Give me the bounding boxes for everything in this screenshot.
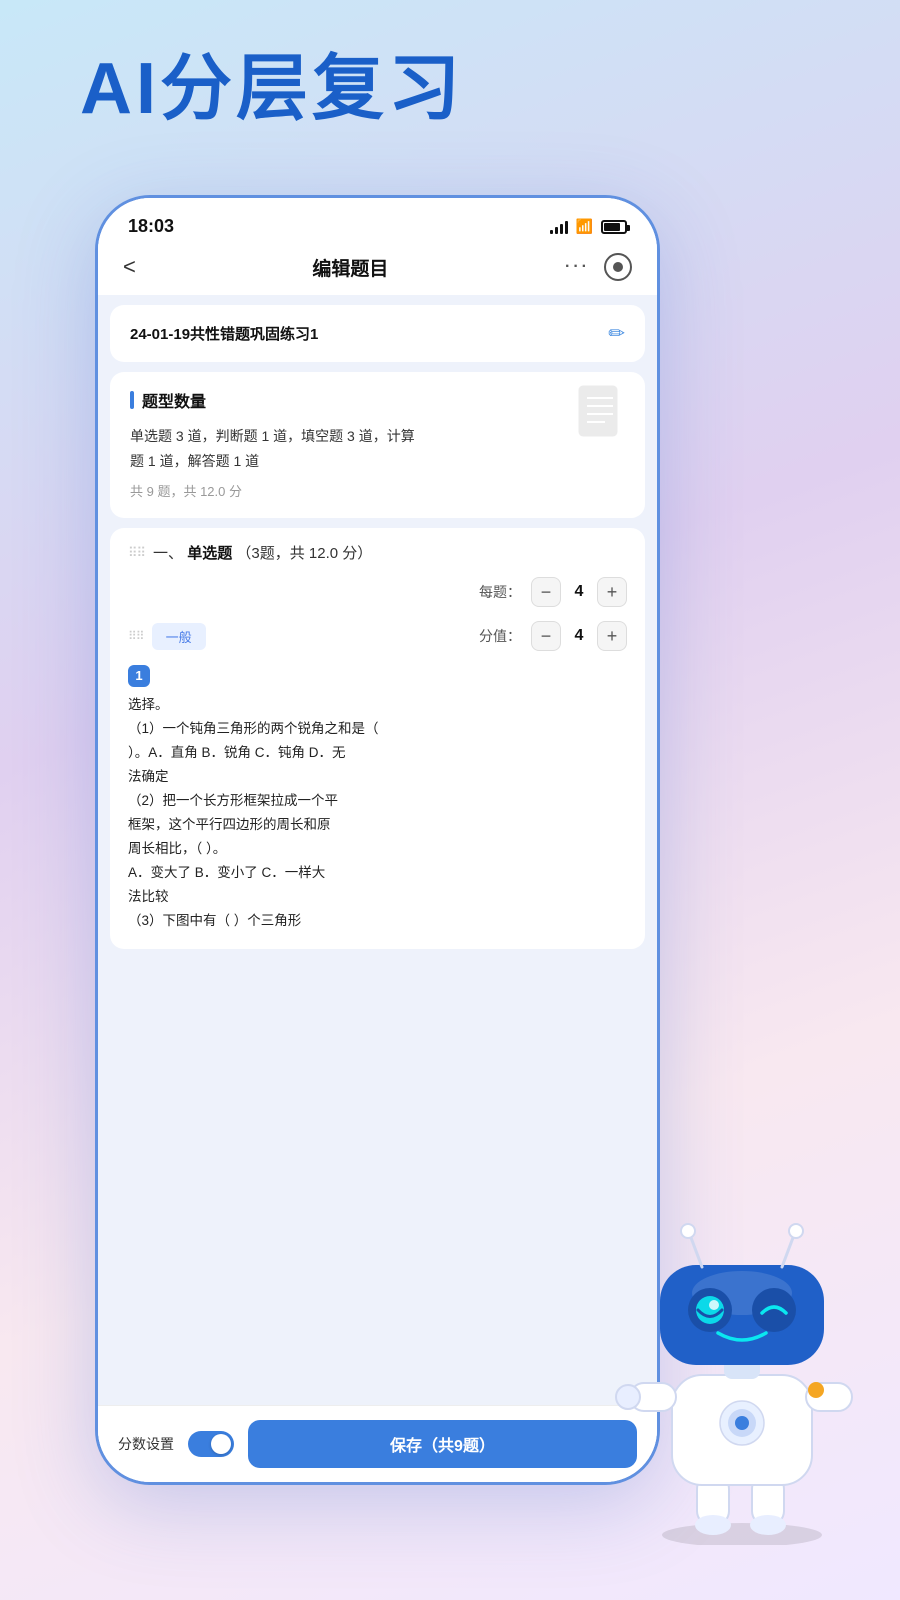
per-score-value: 4 <box>569 583 589 601</box>
page-title: AI分层复习 <box>80 50 464 129</box>
status-icons: 📶 <box>550 218 627 235</box>
section-title: 一、 单选题 （3题，共 12.0 分） <box>153 542 372 563</box>
sub-item-right: 分值： − 4 + <box>479 621 627 651</box>
per-score-label: 每题： <box>479 582 521 602</box>
wifi-icon: 📶 <box>576 218 593 235</box>
nav-actions: ··· <box>565 253 632 281</box>
sub-score-plus[interactable]: + <box>597 621 627 651</box>
nav-header: < 编辑题目 ··· <box>98 245 657 295</box>
per-score-control: − 4 + <box>531 577 627 607</box>
save-button[interactable]: 保存（共9题） <box>248 1420 637 1468</box>
score-setting-label: 分数设置 <box>118 1434 174 1454</box>
edit-icon[interactable]: ✏ <box>608 321 625 346</box>
sub-score-minus[interactable]: − <box>531 621 561 651</box>
qtype-header: 题型数量 <box>130 388 625 412</box>
question-text: 选择。 （1）一个钝角三角形的两个锐角之和是（ ）。A．直角 B．锐角 C．钝角… <box>128 693 627 933</box>
per-score-minus[interactable]: − <box>531 577 561 607</box>
qtype-bar <box>130 391 134 409</box>
nav-title: 编辑题目 <box>312 254 388 281</box>
toggle-switch[interactable] <box>188 1431 234 1457</box>
question-1: 1 选择。 （1）一个钝角三角形的两个锐角之和是（ ）。A．直角 B．锐角 C．… <box>128 665 627 933</box>
back-button[interactable]: < <box>123 254 136 280</box>
drag-dots: ⠿⠿ <box>128 545 145 561</box>
qtype-total: 共 9 题，共 12.0 分 <box>130 481 625 500</box>
bottom-bar: 分数设置 保存（共9题） <box>98 1405 657 1482</box>
battery-icon <box>601 220 627 234</box>
title-card: 24-01-19共性错题巩固练习1 ✏ <box>110 305 645 362</box>
sub-drag-dots: ⠿⠿ <box>128 629 144 643</box>
content-area: 24-01-19共性错题巩固练习1 ✏ 题型数量 <box>98 295 657 1405</box>
toggle-knob <box>211 1434 231 1454</box>
sub-score-label: 分值： <box>479 626 521 646</box>
q-badge: 1 <box>128 665 150 687</box>
sub-item-left: ⠿⠿ 一般 <box>128 623 206 650</box>
qtype-card: 题型数量 单选题 3 道，判断题 1 道，填空题 3 道，计算 题 1 道，解答… <box>110 372 645 518</box>
status-time: 18:03 <box>128 216 174 237</box>
qtype-title: 题型数量 <box>142 388 206 412</box>
sub-tag: 一般 <box>152 623 206 650</box>
per-score-row: 每题： − 4 + <box>128 577 627 607</box>
section-header: ⠿⠿ 一、 单选题 （3题，共 12.0 分） <box>128 542 627 563</box>
exercise-title: 24-01-19共性错题巩固练习1 <box>130 323 318 344</box>
per-score-plus[interactable]: + <box>597 577 627 607</box>
phone-frame: 18:03 📶 < 编辑题目 <box>95 195 660 1485</box>
record-button[interactable] <box>604 253 632 281</box>
sub-score-control: − 4 + <box>531 621 627 651</box>
sub-item-row: ⠿⠿ 一般 分值： − 4 + <box>128 621 627 651</box>
more-button[interactable]: ··· <box>565 258 590 276</box>
section-one-card: ⠿⠿ 一、 单选题 （3题，共 12.0 分） 每题： − 4 + <box>110 528 645 949</box>
sub-score-value: 4 <box>569 627 589 645</box>
qtype-description: 单选题 3 道，判断题 1 道，填空题 3 道，计算 题 1 道，解答题 1 道 <box>130 424 625 473</box>
signal-icon <box>550 220 568 234</box>
phone-inner: 18:03 📶 < 编辑题目 <box>98 198 657 1482</box>
paper-decoration <box>575 384 625 447</box>
robot-illustration <box>602 1205 882 1545</box>
status-bar: 18:03 📶 <box>98 198 657 245</box>
